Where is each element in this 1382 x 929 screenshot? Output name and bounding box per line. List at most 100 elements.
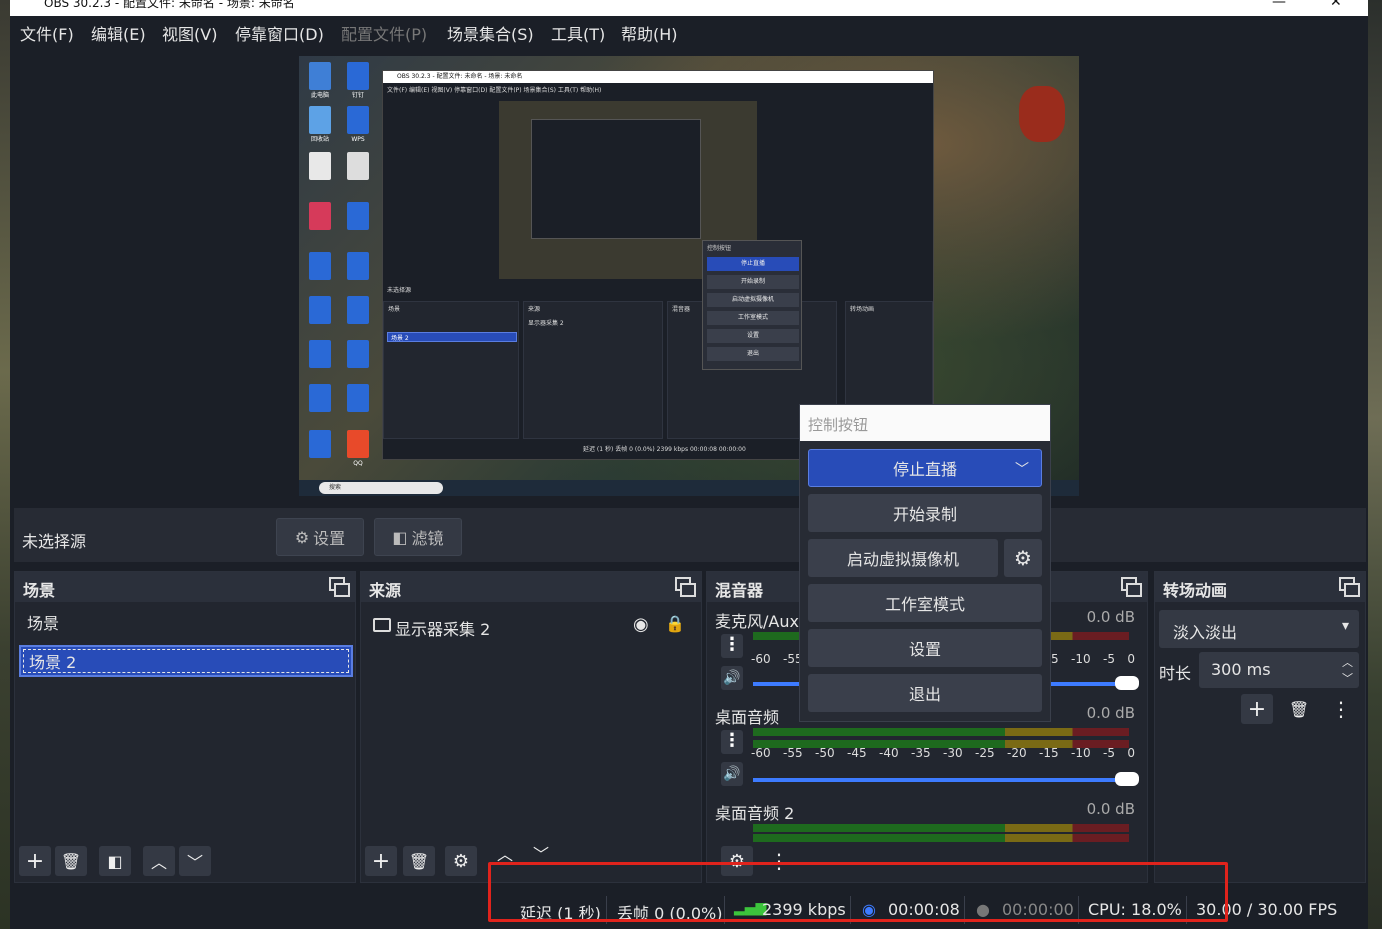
chevron-up-icon: ︿ [150, 853, 167, 872]
menu-help[interactable]: 帮助(H) [621, 21, 678, 45]
chevron-down-icon[interactable]: ﹀ [1015, 459, 1029, 479]
menu-profile[interactable]: 配置文件(P) [341, 21, 427, 45]
channel-name: 桌面音频 [715, 708, 780, 727]
menu-edit[interactable]: 编辑(E) [91, 21, 146, 45]
desktop-icon [347, 384, 369, 412]
desktop-icon [309, 152, 331, 180]
desktop-icon [309, 384, 331, 412]
scene-filters-button[interactable]: ◧ [99, 846, 131, 876]
exit-button[interactable]: 退出 [808, 674, 1042, 712]
speaker-icon[interactable]: 🔊 [721, 666, 743, 690]
remove-transition-button[interactable]: 🗑 [1283, 694, 1315, 724]
duration-spinbox[interactable]: 300 ms ︿ ﹀ [1199, 652, 1359, 688]
sources-dock-header: 来源 [361, 572, 701, 602]
volume-slider-handle[interactable] [1115, 772, 1139, 786]
gear-icon: ⚙ [294, 527, 310, 547]
nested-transitions-title: 转场动画 [850, 306, 875, 313]
move-scene-down-button[interactable]: ﹀ [179, 846, 211, 876]
scene-item[interactable]: 场景 [19, 608, 353, 640]
kebab-menu-icon[interactable]: ⋮ [721, 634, 743, 658]
kebab-menu-icon[interactable]: ⋮ [721, 730, 743, 754]
nested-source-item: 显示器采集 2 [528, 320, 564, 327]
volume-slider-handle[interactable] [1115, 676, 1139, 690]
nested-sources-dock: 来源 显示器采集 2 [523, 301, 663, 439]
undock-icon[interactable] [1121, 577, 1142, 597]
menu-docks[interactable]: 停靠窗口(D) [235, 21, 324, 45]
desktop-icon [347, 62, 369, 90]
remove-source-button[interactable]: 🗑 [403, 846, 435, 876]
transition-menu-button[interactable]: ⋮ [1325, 694, 1357, 724]
window-title: OBS 30.2.3 - 配置文件: 未命名 - 场景: 未命名 [44, 0, 295, 10]
desktop-icon [347, 252, 369, 280]
nested-ctrl-btn: 开始录制 [707, 275, 799, 289]
filter-icon: ◧ [392, 527, 408, 547]
volume-slider[interactable] [753, 778, 1129, 782]
eye-icon[interactable]: ◉ [633, 614, 649, 635]
menu-tools[interactable]: 工具(T) [551, 21, 605, 45]
studio-mode-button[interactable]: 工作室模式 [808, 584, 1042, 622]
channel-name: 桌面音频 2 [715, 804, 795, 823]
trash-icon: 🗑 [1288, 699, 1310, 719]
settings-button[interactable]: 设置 [808, 629, 1042, 667]
move-scene-up-button[interactable]: ︿ [143, 846, 175, 876]
undock-icon[interactable] [1339, 577, 1360, 597]
desktop-icon-label: QQ [353, 460, 363, 467]
desktop-icon-label: WPS [351, 136, 365, 143]
add-source-button[interactable]: + [365, 846, 397, 876]
nested-controls-popup: 控制按钮 停止直播 开始录制 启动虚拟摄像机 工作室模式 设置 退出 [702, 240, 802, 370]
transition-select[interactable]: 淡入淡出 ▾ [1159, 610, 1359, 648]
source-properties-button[interactable]: ⚙ [445, 846, 477, 876]
sources-dock-title: 来源 [369, 581, 402, 600]
start-record-button[interactable]: 开始录制 [808, 494, 1042, 532]
scene-item-selected[interactable]: 场景 2 [19, 645, 353, 677]
obs-window: OBS 30.2.3 - 配置文件: 未命名 - 场景: 未命名 — ✕ 文件(… [10, 0, 1368, 929]
duration-label: 时长 [1159, 664, 1192, 683]
nested-scenes-title: 场景 [388, 306, 401, 313]
lock-icon[interactable]: 🔒 [665, 614, 685, 633]
menu-file[interactable]: 文件(F) [20, 21, 74, 45]
title-bar: OBS 30.2.3 - 配置文件: 未命名 - 场景: 未命名 — ✕ [10, 0, 1368, 16]
nested-sources-title: 来源 [528, 306, 541, 313]
virtual-cam-settings-button[interactable]: ⚙ [1004, 539, 1042, 577]
nested-ctrl-btn: 工作室模式 [707, 311, 799, 325]
menu-bar: 文件(F) 编辑(E) 视图(V) 停靠窗口(D) 配置文件(P) 场景集合(S… [10, 16, 1368, 46]
speaker-icon[interactable]: 🔊 [721, 762, 743, 786]
scenes-dock-footer: + 🗑 ◧ ︿ ﹀ [15, 846, 355, 882]
volume-meter [753, 728, 1129, 736]
nested-inner-window [531, 119, 701, 239]
source-settings-button[interactable]: ⚙ 设置 [276, 518, 364, 556]
desktop-icon [309, 340, 331, 368]
close-button[interactable]: ✕ [1330, 0, 1342, 10]
desktop-left-edge [0, 0, 10, 929]
menu-scene-collection[interactable]: 场景集合(S) [447, 21, 534, 45]
plus-icon: + [25, 848, 45, 874]
lantern-decoration [1019, 86, 1065, 142]
remove-scene-button[interactable]: 🗑 [55, 846, 87, 876]
nested-ctrl-btn: 设置 [707, 329, 799, 343]
mixer-dock-title: 混音器 [715, 581, 764, 600]
source-item[interactable]: 显示器采集 2 ◉ 🔒 [369, 614, 693, 642]
add-transition-button[interactable]: + [1241, 694, 1273, 724]
source-filters-button[interactable]: ◧ 滤镜 [374, 518, 462, 556]
monitor-icon [373, 618, 391, 632]
undock-icon[interactable] [675, 577, 696, 597]
add-scene-button[interactable]: + [19, 846, 51, 876]
chevron-up-icon[interactable]: ︿ [1342, 654, 1353, 670]
trash-icon: 🗑 [408, 851, 430, 871]
nested-scenes-dock: 场景 场景 2 [383, 301, 519, 439]
minimize-button[interactable]: — [1272, 0, 1286, 10]
source-toolbar: 未选择源 ⚙ 设置 ◧ 滤镜 [14, 508, 1366, 562]
nested-obs-window: OBS 30.2.3 - 配置文件: 未命名 - 场景: 未命名 文件(F) 编… [382, 70, 934, 460]
virtual-cam-button[interactable]: 启动虚拟摄像机 [808, 539, 998, 577]
transitions-dock-header: 转场动画 [1155, 572, 1365, 602]
stop-stream-button[interactable]: 停止直播 ﹀ [808, 449, 1042, 487]
desktop-icon [347, 202, 369, 230]
transitions-dock: 转场动画 淡入淡出 ▾ 时长 300 ms ︿ ﹀ + 🗑 ⋮ [1154, 571, 1366, 883]
nested-scene-selected: 场景 2 [387, 332, 517, 342]
nested-no-source: 未选择源 [387, 287, 412, 294]
chevron-down-icon[interactable]: ﹀ [1342, 670, 1353, 686]
menu-view[interactable]: 视图(V) [162, 21, 217, 45]
scenes-dock: 场景 场景 场景 2 + 🗑 ◧ ︿ ﹀ [14, 571, 356, 883]
undock-icon[interactable] [329, 577, 350, 597]
desktop-icon-label: 钉钉 [351, 92, 364, 99]
